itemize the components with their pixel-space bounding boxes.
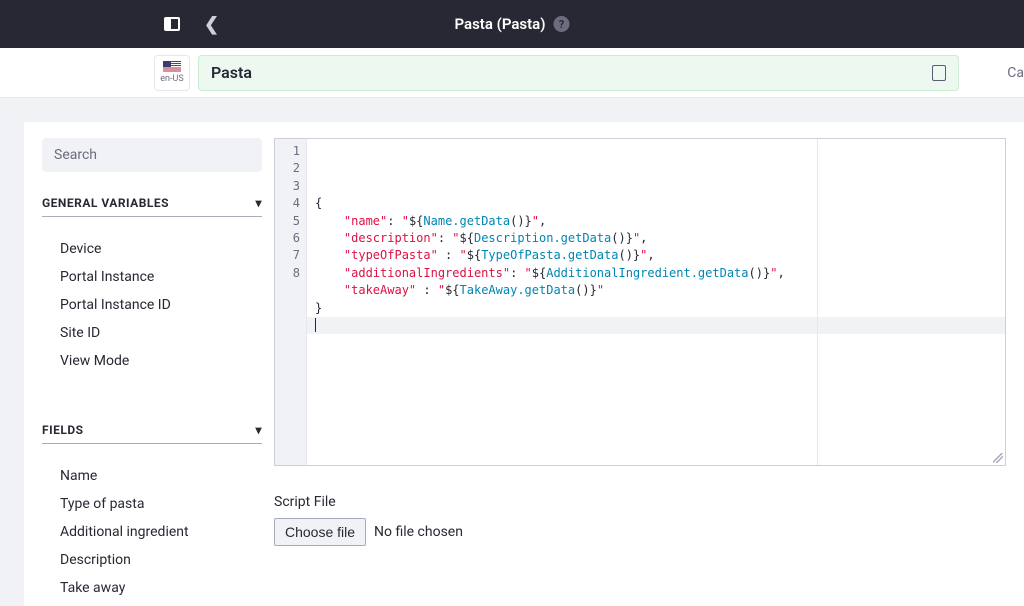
var-portal-instance-id[interactable]: Portal Instance ID — [42, 291, 262, 319]
locale-code: en-US — [160, 74, 183, 84]
field-type-of-pasta[interactable]: Type of pasta — [42, 490, 262, 518]
section-fields[interactable]: FIELDS ▾ — [42, 423, 262, 444]
search-input[interactable]: Search — [42, 138, 262, 172]
code-editor[interactable]: 12345678 { "name": "${Name.getData()}", … — [274, 138, 1006, 466]
topbar: ❮ Pasta (Pasta) ? — [0, 0, 1024, 48]
field-name[interactable]: Name — [42, 462, 262, 490]
title-bar: en-US Pasta Ca — [0, 48, 1024, 98]
line-gutter: 12345678 — [275, 139, 307, 465]
print-margin — [817, 139, 818, 465]
choose-file-button[interactable]: Choose file — [274, 518, 366, 546]
field-additional-ingredient[interactable]: Additional ingredient — [42, 518, 262, 546]
section-general-variables[interactable]: GENERAL VARIABLES ▾ — [42, 196, 262, 217]
code-content[interactable]: { "name": "${Name.getData()}", "descript… — [307, 139, 1005, 465]
help-icon[interactable]: ? — [554, 16, 570, 32]
locale-selector[interactable]: en-US — [154, 55, 190, 91]
flag-us-icon — [163, 61, 181, 73]
cancel-button[interactable]: Ca — [1007, 65, 1024, 81]
panel-toggle-icon[interactable] — [164, 17, 180, 31]
field-take-away[interactable]: Take away — [42, 574, 262, 602]
sidebar: Search GENERAL VARIABLES ▾ Device Portal… — [42, 138, 274, 606]
back-button[interactable]: ❮ — [204, 14, 219, 35]
chevron-down-icon: ▾ — [255, 196, 262, 210]
var-view-mode[interactable]: View Mode — [42, 347, 262, 375]
fields-list: Name Type of pasta Additional ingredient… — [42, 462, 262, 602]
var-portal-instance[interactable]: Portal Instance — [42, 263, 262, 291]
page-title: Pasta (Pasta) ? — [454, 15, 569, 33]
title-input[interactable]: Pasta — [198, 55, 959, 91]
file-status: No file chosen — [374, 524, 463, 540]
field-description[interactable]: Description — [42, 546, 262, 574]
general-variables-list: Device Portal Instance Portal Instance I… — [42, 235, 262, 375]
chevron-down-icon: ▾ — [255, 423, 262, 437]
script-file-label: Script File — [274, 494, 1006, 510]
var-device[interactable]: Device — [42, 235, 262, 263]
resize-handle[interactable] — [993, 453, 1003, 463]
document-icon — [932, 65, 946, 81]
var-site-id[interactable]: Site ID — [42, 319, 262, 347]
